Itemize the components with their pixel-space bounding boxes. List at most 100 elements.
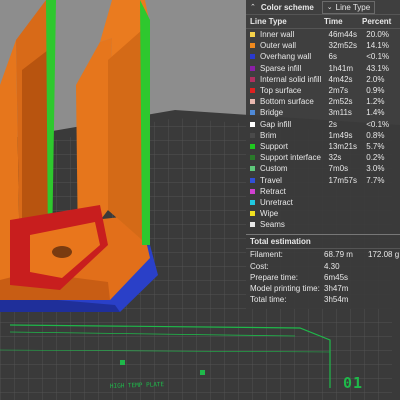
line-type-time: 1h41m: [328, 63, 353, 73]
color-swatch: [250, 177, 255, 183]
legend-row[interactable]: Support 13m21s 5.7%: [246, 141, 400, 152]
legend-row[interactable]: Sparse infill 1h41m 43.1%: [246, 63, 400, 74]
line-type-percent: <0.1%: [366, 52, 390, 62]
legend-row[interactable]: Support interface 32s 0.2%: [246, 152, 400, 163]
estimation-value: 3h47m: [324, 284, 349, 294]
line-type-time: 6s: [328, 52, 337, 62]
color-swatch: [250, 43, 255, 49]
line-type-time: 2s: [328, 119, 337, 129]
color-swatch: [250, 132, 255, 138]
color-swatch: [250, 121, 255, 127]
column-header: Percent: [362, 17, 392, 26]
color-swatch: [250, 110, 255, 116]
line-type-label: Support interface: [260, 153, 321, 163]
view-mode-value: Line Type: [335, 2, 371, 12]
color-swatch: [250, 65, 255, 71]
estimation-label: Cost:: [250, 261, 269, 271]
estimation-row: Cost: 4.30: [246, 261, 400, 272]
legend-row[interactable]: Brim 1m49s 0.8%: [246, 130, 400, 141]
color-swatch: [250, 199, 255, 205]
color-swatch: [250, 143, 255, 149]
estimation-row: Filament: 68.79 m 172.08 g: [246, 249, 400, 260]
color-swatch: [250, 222, 255, 228]
legend-column-headers: Line Type Time Percent: [246, 15, 400, 29]
estimation-rows: Filament: 68.79 m 172.08 g Cost: 4.30 Prepare…: [246, 249, 400, 305]
line-type-time: 13m21s: [328, 141, 357, 151]
legend-rows: Inner wall 46m44s 20.0% Outer wall 32m52s 14.…: [246, 29, 400, 230]
line-type-percent: 0.8%: [366, 130, 385, 140]
collapse-icon[interactable]: ⌃: [250, 3, 256, 11]
chevron-down-icon: ⌄: [326, 4, 333, 11]
line-type-label: Bottom surface: [260, 97, 314, 107]
line-type-time: 2m52s: [328, 97, 353, 107]
line-type-label: Bridge: [260, 108, 284, 118]
line-type-percent: <0.1%: [366, 119, 390, 129]
line-type-percent: 1.4%: [366, 108, 385, 118]
estimation-label: Prepare time:: [250, 272, 299, 282]
estimation-label: Filament:: [250, 250, 283, 260]
line-type-label: Travel: [260, 175, 282, 185]
view-mode-select[interactable]: ⌄ Line Type: [321, 0, 376, 14]
estimation-row: Prepare time: 6m45s: [246, 272, 400, 283]
line-type-time: 1m49s: [328, 130, 353, 140]
line-type-time: 2m7s: [328, 86, 349, 96]
legend-row[interactable]: Unretract: [246, 197, 400, 208]
legend-row[interactable]: Retract: [246, 186, 400, 197]
line-type-time: 17m57s: [328, 175, 357, 185]
color-swatch: [250, 155, 255, 161]
column-header: Line Type: [250, 17, 287, 26]
line-type-time: 32m52s: [328, 41, 357, 51]
estimation-row: Model printing time: 3h47m: [246, 283, 400, 294]
line-type-time: 4m42s: [328, 74, 353, 84]
legend-title: Color scheme: [260, 2, 314, 12]
legend-row[interactable]: Gap infill 2s <0.1%: [246, 119, 400, 130]
line-type-label: Custom: [260, 164, 288, 174]
legend-header: ⌃ Color scheme ⌄ Line Type: [246, 0, 400, 15]
legend-row[interactable]: Overhang wall 6s <0.1%: [246, 51, 400, 62]
color-swatch: [250, 188, 255, 194]
legend-row[interactable]: Seams: [246, 219, 400, 230]
line-type-time: 3m11s: [328, 108, 352, 118]
estimation-value: 6m45s: [324, 272, 349, 282]
total-estimation-title: Total estimation: [246, 234, 400, 250]
line-type-time: 7m0s: [328, 164, 349, 174]
line-type-percent: 20.0%: [366, 30, 389, 40]
line-type-time: 32s: [328, 153, 342, 163]
line-type-label: Sparse infill: [260, 63, 302, 73]
line-type-percent: 43.1%: [366, 63, 389, 73]
line-type-label: Internal solid infill: [260, 74, 322, 84]
color-swatch: [250, 54, 255, 60]
line-type-percent: 0.2%: [366, 153, 385, 163]
color-swatch: [250, 88, 255, 94]
legend-panel: ⌃ Color scheme ⌄ Line Type Line Type Tim…: [246, 0, 400, 309]
legend-row[interactable]: Bridge 3m11s 1.4%: [246, 107, 400, 118]
estimation-value: 68.79 m: [324, 250, 353, 260]
legend-row[interactable]: Bottom surface 2m52s 1.2%: [246, 96, 400, 107]
color-swatch: [250, 99, 255, 105]
line-type-label: Brim: [260, 130, 277, 140]
line-type-percent: 5.7%: [366, 141, 385, 151]
line-type-percent: 14.1%: [366, 41, 389, 51]
line-type-percent: 2.0%: [366, 74, 385, 84]
line-type-label: Overhang wall: [260, 52, 312, 62]
line-type-label: Unretract: [260, 197, 293, 207]
column-header: Time: [324, 17, 343, 26]
legend-row[interactable]: Custom 7m0s 3.0%: [246, 163, 400, 174]
legend-row[interactable]: Inner wall 46m44s 20.0%: [246, 29, 400, 40]
color-swatch: [250, 76, 255, 82]
line-type-label: Inner wall: [260, 30, 295, 40]
estimation-value: 4.30: [324, 261, 340, 271]
legend-row[interactable]: Wipe: [246, 208, 400, 219]
line-type-percent: 3.0%: [366, 164, 385, 174]
legend-row[interactable]: Outer wall 32m52s 14.1%: [246, 40, 400, 51]
plate-number: 01: [343, 374, 364, 392]
color-swatch: [250, 166, 255, 172]
line-type-label: Top surface: [260, 86, 302, 96]
legend-row[interactable]: Travel 17m57s 7.7%: [246, 174, 400, 185]
line-type-label: Retract: [260, 186, 286, 196]
legend-row[interactable]: Top surface 2m7s 0.9%: [246, 85, 400, 96]
line-type-label: Gap infill: [260, 119, 292, 129]
color-swatch: [250, 211, 255, 217]
legend-row[interactable]: Internal solid infill 4m42s 2.0%: [246, 74, 400, 85]
estimation-label: Model printing time:: [250, 284, 320, 294]
